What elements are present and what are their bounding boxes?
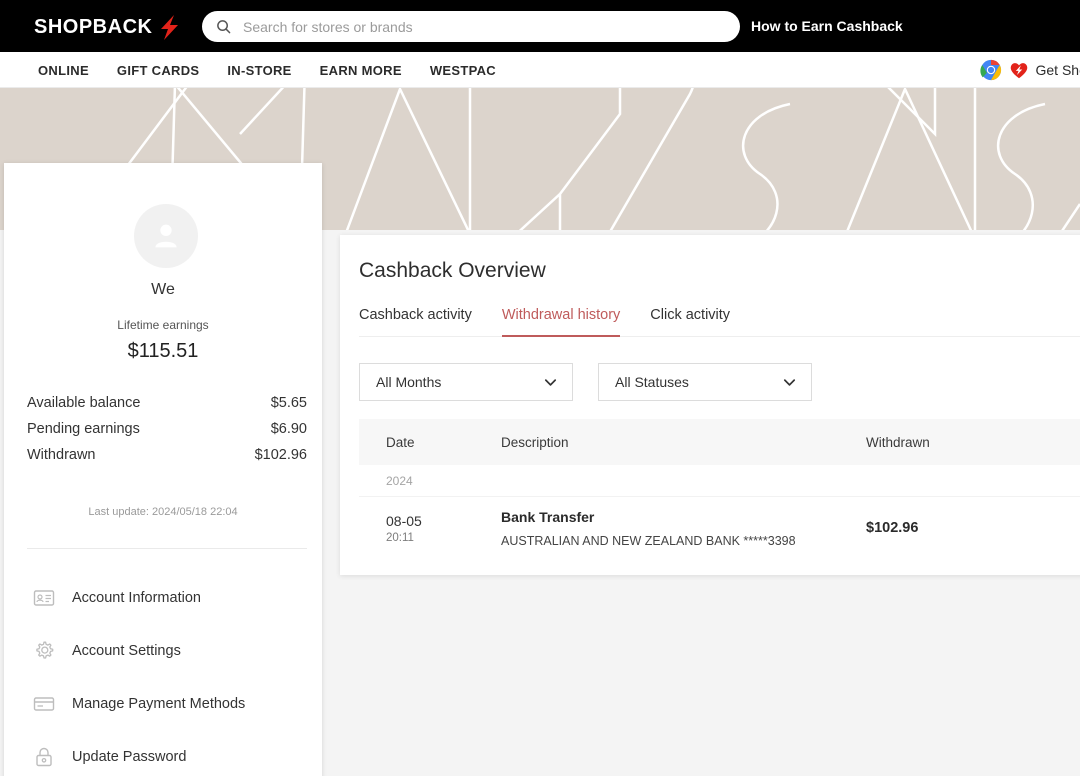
get-extension-label: Get ShopB [1035, 62, 1080, 78]
nav-item-gift-cards[interactable]: GIFT CARDS [117, 63, 199, 78]
sidebar-item-manage-payment-methods[interactable]: Manage Payment Methods [32, 677, 314, 730]
sidebar-item-label: Account Information [72, 589, 201, 606]
nav-item-westpac[interactable]: WESTPAC [430, 63, 496, 78]
sidebar-divider [27, 548, 307, 549]
gear-icon [36, 641, 54, 659]
transaction-date: 08-05 [386, 512, 422, 529]
sidebar-item-account-settings[interactable]: Account Settings [32, 624, 314, 677]
profile-username: We [151, 281, 175, 298]
chevron-down-icon [544, 378, 557, 386]
withdrawal-history-table: Date Description Withdrawn 2024 08-05 20… [359, 419, 1080, 559]
user-avatar-icon [155, 224, 177, 248]
stat-label: Pending earnings [27, 421, 140, 437]
stat-value: $5.65 [270, 395, 307, 411]
sidebar-item-label: Manage Payment Methods [72, 695, 246, 712]
lightning-bolt-icon [161, 15, 179, 40]
how-to-earn-cashback-link[interactable]: How to Earn Cashback [751, 18, 903, 34]
credit-card-icon [33, 696, 55, 711]
filter-row: All Months All Statuses [359, 363, 812, 401]
chevron-down-icon [783, 378, 796, 386]
table-year-group: 2024 [359, 465, 1080, 497]
stat-label: Withdrawn [27, 447, 96, 463]
tab-cashback-activity[interactable]: Cashback activity [359, 307, 490, 336]
statuses-filter-select[interactable]: All Statuses [598, 363, 812, 401]
logo-text: SHOPBACK [34, 16, 153, 38]
sidebar-item-label: Account Settings [72, 642, 181, 659]
avatar [134, 204, 198, 268]
sidebar-item-update-password[interactable]: Update Password [32, 730, 314, 776]
table-header-row: Date Description Withdrawn [359, 419, 1080, 465]
sidebar-menu: Account Information Account Settings Man… [32, 571, 314, 776]
transaction-title: Bank Transfer [501, 508, 595, 525]
table-cell-description: Bank Transfer AUSTRALIAN AND NEW ZEALAND… [501, 509, 851, 548]
page-root: SHOPBACK Search for stores or brands How… [0, 0, 1080, 776]
lock-icon [36, 747, 52, 766]
id-card-icon [33, 589, 55, 606]
stat-value: $102.96 [254, 447, 307, 463]
nav-item-in-store[interactable]: IN-STORE [227, 63, 291, 78]
last-update-text: Last update: 2024/05/18 22:04 [88, 506, 238, 518]
page-title: Cashback Overview [359, 259, 546, 282]
shopback-logo[interactable]: SHOPBACK [34, 12, 184, 42]
transaction-time: 20:11 [386, 531, 414, 544]
table-cell-amount: $102.96 [866, 520, 919, 536]
table-cell-date: 08-05 20:11 [359, 513, 501, 544]
search-input[interactable]: Search for stores or brands [243, 19, 413, 35]
statuses-filter-value: All Statuses [615, 374, 689, 390]
stat-row-withdrawn: Withdrawn $102.96 [27, 447, 307, 463]
sidebar-item-label: Update Password [72, 748, 187, 765]
cashback-overview-card: Cashback Overview Cashback activity With… [340, 235, 1080, 575]
get-extension-button[interactable]: Get ShopB [979, 52, 1080, 88]
months-filter-select[interactable]: All Months [359, 363, 573, 401]
lifetime-earnings-value: $115.51 [127, 340, 199, 362]
transaction-subtitle: AUSTRALIAN AND NEW ZEALAND BANK *****339… [501, 533, 796, 548]
search-icon [217, 20, 231, 34]
column-header-description: Description [501, 434, 569, 450]
table-row[interactable]: 08-05 20:11 Bank Transfer AUSTRALIAN AND… [359, 497, 1080, 559]
sidebar-item-account-information[interactable]: Account Information [32, 571, 314, 624]
nav-item-online[interactable]: ONLINE [38, 63, 89, 78]
shopback-heart-icon [1010, 63, 1027, 79]
tab-withdrawal-history[interactable]: Withdrawal history [501, 307, 638, 337]
profile-sidebar: We Lifetime earnings $115.51 Available b… [4, 163, 322, 776]
months-filter-value: All Months [376, 374, 442, 390]
stat-label: Available balance [27, 395, 141, 411]
nav-item-earn-more[interactable]: EARN MORE [320, 63, 402, 78]
top-bar: SHOPBACK Search for stores or brands How… [0, 0, 1080, 52]
column-header-withdrawn: Withdrawn [866, 434, 930, 450]
column-header-date: Date [386, 434, 415, 450]
chrome-icon [979, 59, 1001, 81]
main-nav: ONLINE GIFT CARDS IN-STORE EARN MORE WES… [0, 52, 1080, 88]
lifetime-earnings-label: Lifetime earnings [117, 318, 209, 332]
stat-row-available-balance: Available balance $5.65 [27, 395, 307, 411]
search-bar[interactable]: Search for stores or brands [202, 11, 740, 42]
overview-tabs: Cashback activity Withdrawal history Cli… [359, 307, 1080, 337]
stat-value: $6.90 [270, 421, 307, 437]
tab-click-activity[interactable]: Click activity [650, 307, 748, 336]
stat-row-pending-earnings: Pending earnings $6.90 [27, 421, 307, 437]
nav-items: ONLINE GIFT CARDS IN-STORE EARN MORE WES… [38, 52, 496, 88]
balance-stats: Available balance $5.65 Pending earnings… [27, 395, 307, 473]
